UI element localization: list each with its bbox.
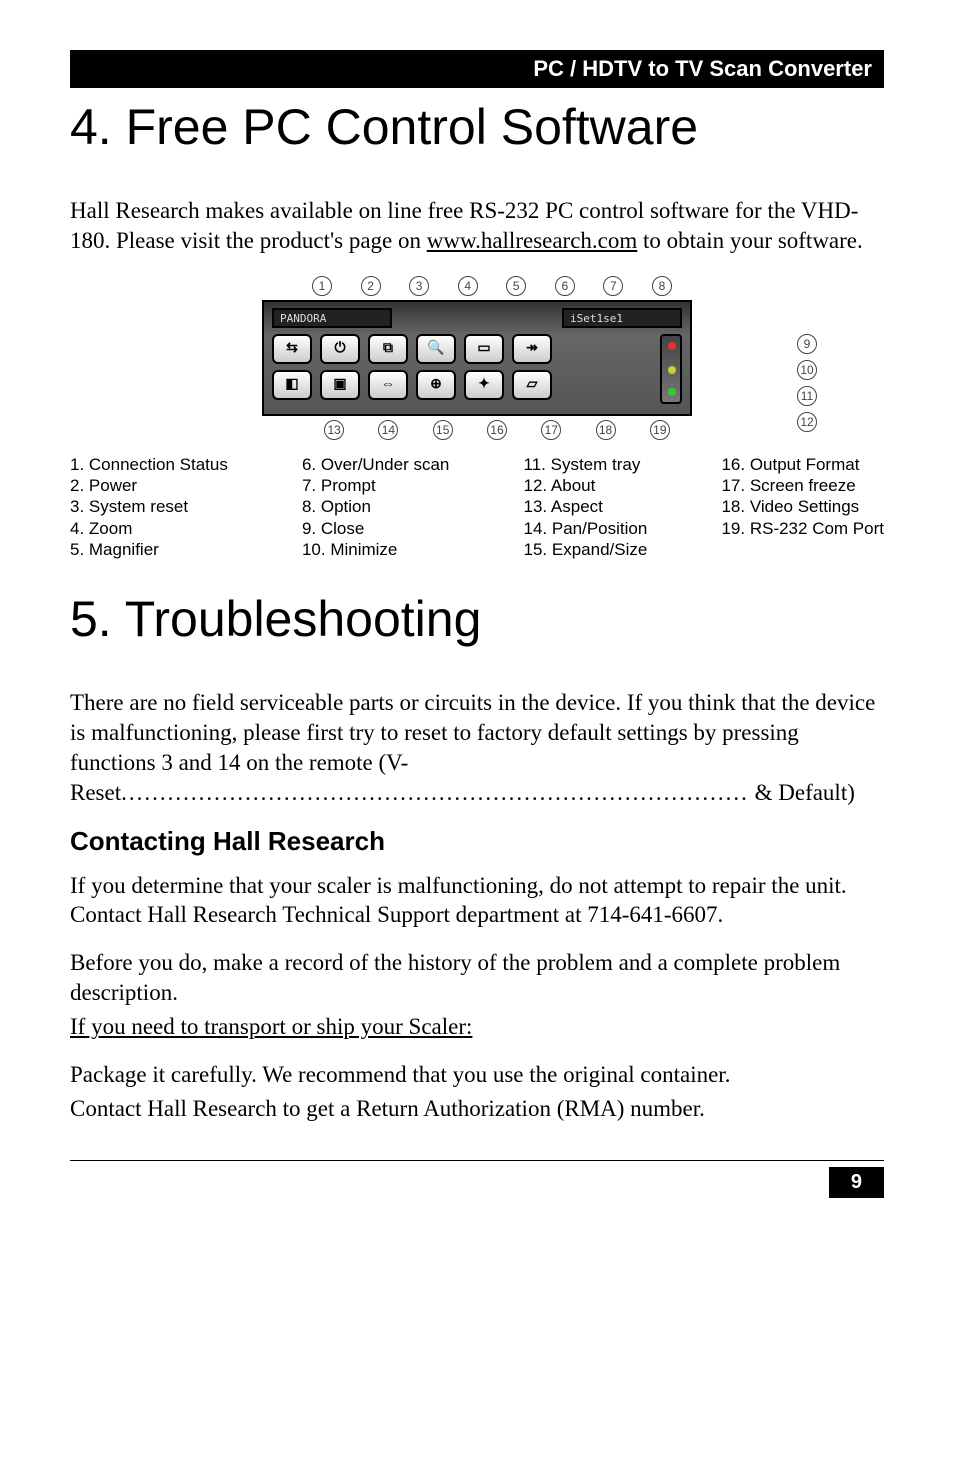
legend-col-3: 11. System tray 12. About 13. Aspect 14.…	[524, 454, 648, 560]
callout-10: 10	[797, 360, 817, 380]
callout-12: 12	[797, 412, 817, 432]
section-4-text-post: to obtain your software.	[637, 228, 862, 253]
legend-item: 10. Minimize	[302, 539, 449, 560]
page-number: 9	[829, 1167, 884, 1198]
legend-item: 12. About	[524, 475, 648, 496]
callout-9: 9	[797, 334, 817, 354]
right-callouts: 9 10 11 12	[797, 334, 817, 432]
legend-item: 1. Connection Status	[70, 454, 228, 475]
para1-b: & Default)	[749, 780, 855, 805]
section-5-title: 5. Troubleshooting	[70, 590, 884, 648]
callout-6: 6	[555, 276, 575, 296]
panel-btn: ▭	[464, 334, 504, 364]
callout-1: 1	[312, 276, 332, 296]
panel-btn: ⇔	[368, 370, 408, 400]
section-4-title: 4. Free PC Control Software	[70, 98, 884, 156]
lcd-right: iSet1se1	[562, 308, 682, 328]
dot-leader: ........................................…	[121, 780, 749, 805]
legend-item: 2. Power	[70, 475, 228, 496]
panel-btn: ⏥	[512, 370, 552, 400]
legend-item: 8. Option	[302, 496, 449, 517]
led-yellow-icon	[668, 366, 676, 374]
callout-3: 3	[409, 276, 429, 296]
callout-13: 13	[324, 420, 344, 440]
page: PC / HDTV to TV Scan Converter 4. Free P…	[0, 0, 954, 1238]
legend-item: 18. Video Settings	[721, 496, 884, 517]
callout-15: 15	[433, 420, 453, 440]
legend-item: 16. Output Format	[721, 454, 884, 475]
legend-item: 6. Over/Under scan	[302, 454, 449, 475]
legend-item: 3. System reset	[70, 496, 228, 517]
panel-btn: ▣	[320, 370, 360, 400]
led-green-icon	[668, 388, 676, 396]
ship-para-2: Contact Hall Research to get a Return Au…	[70, 1094, 884, 1124]
legend-col-1: 1. Connection Status 2. Power 3. System …	[70, 454, 228, 560]
ship-heading-text: If you need to transport or ship your Sc…	[70, 1014, 472, 1039]
callout-18: 18	[596, 420, 616, 440]
top-callouts: 1 2 3 4 5 6 7 8	[262, 276, 692, 300]
legend-item: 5. Magnifier	[70, 539, 228, 560]
panel-btn: ⊕	[416, 370, 456, 400]
callout-17: 17	[541, 420, 561, 440]
callout-11: 11	[797, 386, 817, 406]
bottom-callouts: 13 14 15 16 17 18 19	[257, 416, 697, 440]
contacting-para-2: Before you do, make a record of the hist…	[70, 948, 884, 1008]
legend-item: 15. Expand/Size	[524, 539, 648, 560]
callout-7: 7	[603, 276, 623, 296]
control-panel: PANDORA iSet1se1 ⇆ ⏻ ⧉ 🔍 ▭ ↠	[262, 300, 692, 416]
hallresearch-link[interactable]: www.hallresearch.com	[427, 228, 638, 253]
callout-4: 4	[458, 276, 478, 296]
panel-btn: ◧	[272, 370, 312, 400]
ship-para-1: Package it carefully. We recommend that …	[70, 1060, 884, 1090]
diagram-legend: 1. Connection Status 2. Power 3. System …	[70, 454, 884, 560]
callout-2: 2	[361, 276, 381, 296]
legend-col-4: 16. Output Format 17. Screen freeze 18. …	[721, 454, 884, 560]
callout-5: 5	[506, 276, 526, 296]
panel-btn: ✦	[464, 370, 504, 400]
page-footer: 9	[70, 1160, 884, 1198]
callout-14: 14	[378, 420, 398, 440]
legend-item: 4. Zoom	[70, 518, 228, 539]
software-diagram: 1 2 3 4 5 6 7 8 9 10 11 12 PANDORA iSet1…	[70, 276, 884, 440]
legend-item: 7. Prompt	[302, 475, 449, 496]
panel-btn: ⧉	[368, 334, 408, 364]
ship-heading: If you need to transport or ship your Sc…	[70, 1012, 884, 1042]
legend-item: 13. Aspect	[524, 496, 648, 517]
header-title: PC / HDTV to TV Scan Converter	[533, 56, 872, 81]
contacting-para-1: If you determine that your scaler is mal…	[70, 871, 884, 931]
callout-16: 16	[487, 420, 507, 440]
status-bar	[660, 334, 682, 404]
callout-8: 8	[652, 276, 672, 296]
callout-19: 19	[650, 420, 670, 440]
legend-item: 14. Pan/Position	[524, 518, 648, 539]
contacting-heading: Contacting Hall Research	[70, 826, 884, 857]
legend-item: 11. System tray	[524, 454, 648, 475]
panel-btn: ⏻	[320, 334, 360, 364]
panel-btn: 🔍	[416, 334, 456, 364]
panel-btn: ⇆	[272, 334, 312, 364]
legend-item: 19. RS-232 Com Port	[721, 518, 884, 539]
panel-btn: ↠	[512, 334, 552, 364]
section-5-paragraph-1: There are no field serviceable parts or …	[70, 688, 884, 808]
legend-item: 17. Screen freeze	[721, 475, 884, 496]
section-4-paragraph: Hall Research makes available on line fr…	[70, 196, 884, 256]
legend-col-2: 6. Over/Under scan 7. Prompt 8. Option 9…	[302, 454, 449, 560]
legend-item: 9. Close	[302, 518, 449, 539]
led-red-icon	[668, 342, 676, 350]
lcd-left: PANDORA	[272, 308, 392, 328]
header-bar: PC / HDTV to TV Scan Converter	[70, 50, 884, 88]
